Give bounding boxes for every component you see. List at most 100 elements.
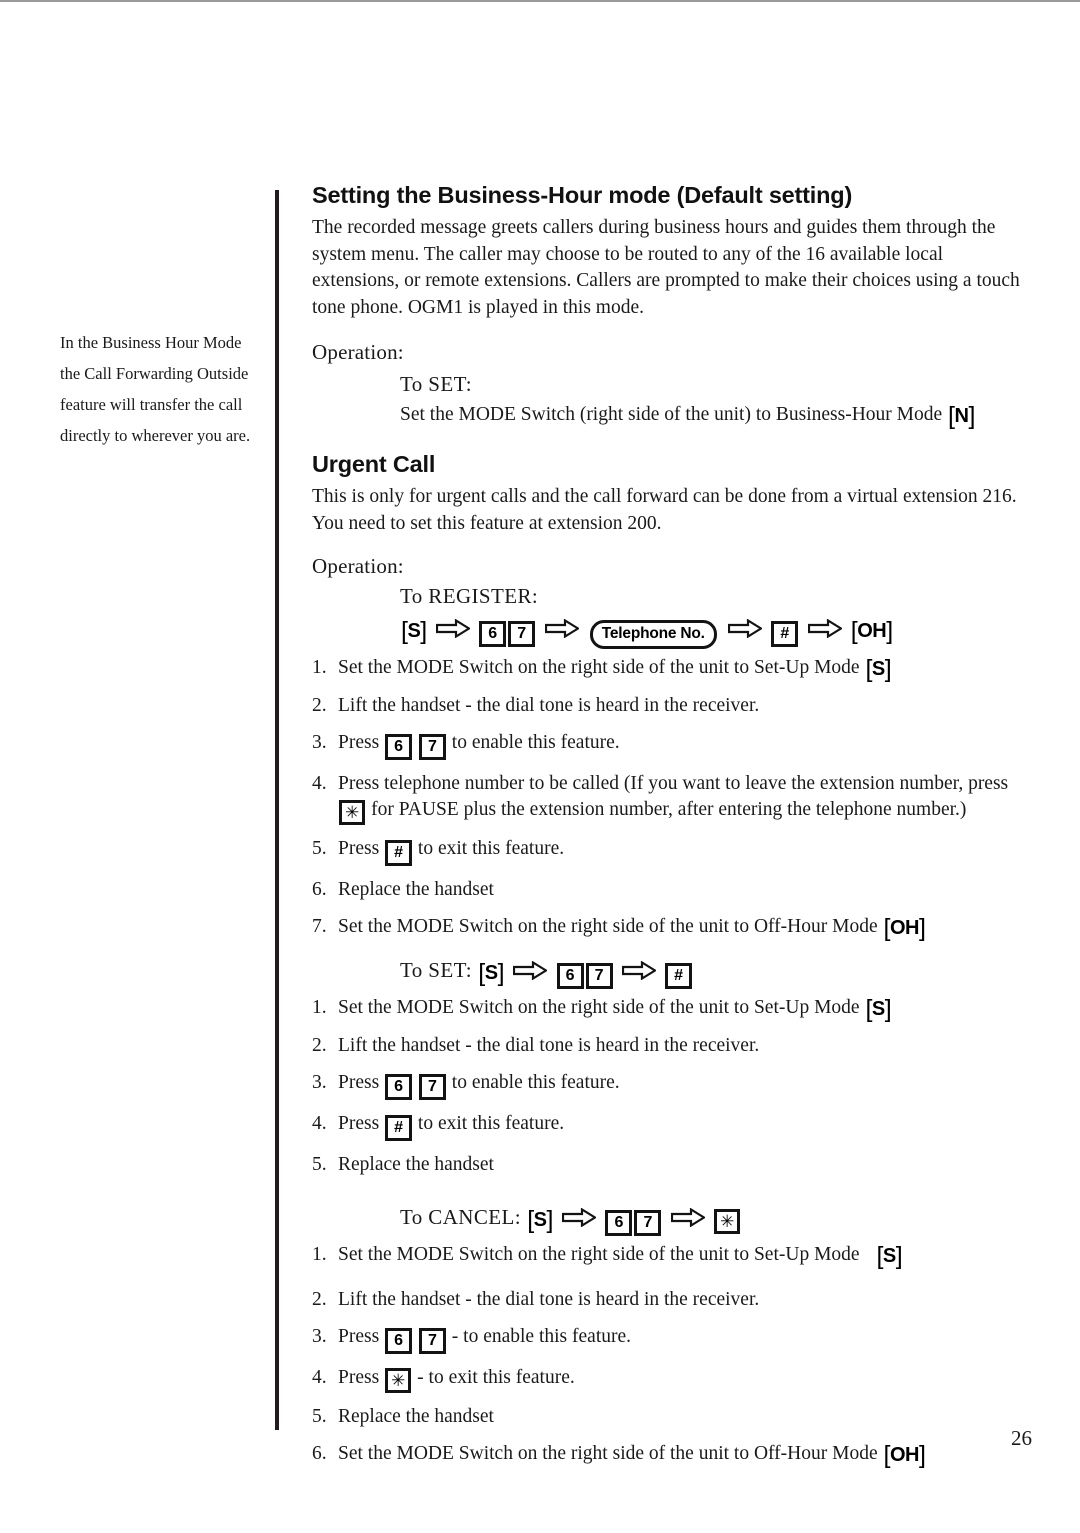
- step-text: Set the MODE Switch on the right side of…: [338, 1243, 860, 1265]
- step-text-tail: - to exit this feature.: [417, 1366, 575, 1388]
- key-hash: #: [385, 839, 413, 866]
- list-item: 1. Set the MODE Switch on the right side…: [312, 1242, 1032, 1269]
- key-hash: #: [385, 1114, 413, 1141]
- step-number: 6.: [312, 878, 327, 900]
- step-number: 7.: [312, 915, 327, 937]
- urgent-call-body: This is only for urgent calls and the ca…: [312, 486, 1017, 534]
- step-number: 4.: [312, 1366, 327, 1388]
- press-label: Press: [338, 1366, 380, 1388]
- margin-note-line: feature will transfer the call: [60, 395, 243, 414]
- key-s: [S]: [401, 617, 427, 645]
- step-number: 2.: [312, 1288, 327, 1310]
- arrow-right-icon: [436, 619, 470, 638]
- main-column: Setting the Business-Hour mode (Default …: [312, 182, 1032, 1479]
- key-6: 6: [385, 1073, 413, 1100]
- arrow-right-icon: [562, 1207, 597, 1227]
- step-number: 3.: [312, 731, 327, 753]
- step-text: Lift the handset - the dial tone is hear…: [338, 694, 760, 716]
- key-hash: #: [665, 962, 693, 989]
- step-number: 6.: [312, 1442, 327, 1464]
- step-text: Set the MODE Switch on the right side of…: [338, 915, 878, 937]
- step-text-tail: to exit this feature.: [417, 1112, 565, 1134]
- step-text-tail: for PAUSE plus the extension number, aft…: [371, 798, 967, 820]
- arrow-right-icon: [513, 960, 548, 980]
- key-7: 7: [418, 733, 446, 760]
- step-number: 1.: [312, 1243, 327, 1265]
- register-key-sequence: [S] 67 Telephone No. # [OH]: [400, 611, 1032, 649]
- urgent-call-heading: Urgent Call: [312, 451, 436, 477]
- arrow-right-icon: [728, 619, 763, 638]
- arrow-right-icon: [670, 1207, 705, 1227]
- step-number: 5.: [312, 837, 327, 859]
- step-number: 2.: [312, 1034, 327, 1056]
- list-item: 2. Lift the handset - the dial tone is h…: [312, 1033, 1032, 1059]
- key-6: 6: [479, 621, 507, 647]
- list-item: 4. Press telephone number to be called (…: [312, 771, 1032, 825]
- list-item: 4. Press # to exit this feature.: [312, 1111, 1032, 1141]
- key-oh: [OH]: [850, 617, 893, 645]
- key-oh: [OH]: [883, 1440, 926, 1469]
- step-number: 4.: [312, 772, 327, 794]
- step-text: Lift the handset - the dial tone is hear…: [338, 1034, 760, 1056]
- step-text: Replace the handset: [338, 1405, 494, 1427]
- key-s: [S]: [865, 654, 892, 683]
- key-6: 6: [605, 1209, 633, 1236]
- arrow-right-icon: [621, 960, 656, 980]
- key-star: ✳: [385, 1367, 412, 1393]
- arrow-right-icon: [544, 619, 579, 638]
- business-hour-set-instruction: Set the MODE Switch (right side of the u…: [400, 401, 1032, 429]
- margin-note: In the Business Hour Mode the Call Forwa…: [60, 327, 272, 451]
- list-item: 2. Lift the handset - the dial tone is h…: [312, 693, 1032, 719]
- business-hour-heading: Setting the Business-Hour mode (Default …: [312, 182, 853, 208]
- step-number: 2.: [312, 694, 327, 716]
- key-s: [S]: [527, 1205, 553, 1234]
- cancel-key-sequence: To CANCEL: [S] 67 ✳: [400, 1200, 1032, 1236]
- column-divider-rule: [275, 190, 279, 1430]
- list-item: 5. Replace the handset: [312, 1152, 1032, 1178]
- step-text-tail: to exit this feature.: [417, 837, 565, 859]
- step-number: 5.: [312, 1153, 327, 1175]
- list-item: 5. Press # to exit this feature.: [312, 836, 1032, 866]
- key-7: 7: [585, 962, 613, 989]
- step-text: Set the MODE Switch on the right side of…: [338, 656, 860, 678]
- business-hour-operation-label: Operation:: [312, 340, 404, 364]
- key-7: 7: [418, 1327, 446, 1354]
- key-s: [S]: [478, 958, 505, 987]
- press-label: Press: [338, 837, 380, 859]
- list-item: 3. Press 6 7 to enable this feature.: [312, 1070, 1032, 1100]
- key-star: ✳: [339, 799, 366, 825]
- list-item: 5. Replace the handset: [312, 1404, 1032, 1430]
- telephone-number-button: Telephone No.: [589, 620, 717, 649]
- cancel-steps: 1. Set the MODE Switch on the right side…: [312, 1242, 1032, 1468]
- business-hour-to-set-label: To SET:: [400, 372, 473, 396]
- list-item: 3. Press 6 7 to enable this feature.: [312, 730, 1032, 760]
- list-item: 4. Press ✳ - to exit this feature.: [312, 1365, 1032, 1393]
- key-7: 7: [418, 1073, 446, 1100]
- margin-note-line: In the Business Hour Mode: [60, 333, 242, 352]
- key-6: 6: [385, 1327, 413, 1354]
- key-7: 7: [508, 621, 536, 647]
- step-number: 5.: [312, 1405, 327, 1427]
- to-cancel-label: To CANCEL:: [400, 1204, 521, 1229]
- step-text: Press telephone number to be called (If …: [338, 772, 1009, 794]
- set-instruction-text: Set the MODE Switch (right side of the u…: [400, 404, 943, 425]
- set-steps: 1. Set the MODE Switch on the right side…: [312, 995, 1032, 1178]
- set-key-sequence: To SET: [S] 67 #: [400, 953, 1032, 989]
- list-item: 3. Press 6 7 - to enable this feature.: [312, 1324, 1032, 1354]
- to-register-label: To REGISTER:: [400, 584, 539, 608]
- urgent-call-operation-label: Operation:: [312, 554, 404, 578]
- list-item: 2. Lift the handset - the dial tone is h…: [312, 1287, 1032, 1313]
- business-hour-body: The recorded message greets callers duri…: [312, 217, 1020, 318]
- arrow-right-icon: [807, 619, 842, 638]
- step-text: Lift the handset - the dial tone is hear…: [338, 1288, 760, 1310]
- key-6: 6: [556, 962, 584, 989]
- key-hash: #: [771, 621, 799, 647]
- page-number: 26: [1011, 1426, 1032, 1450]
- manual-page: In the Business Hour Mode the Call Forwa…: [0, 2, 1080, 1533]
- to-set-label: To SET:: [400, 957, 473, 982]
- step-text-tail: to enable this feature.: [451, 1071, 620, 1093]
- register-steps: 1. Set the MODE Switch on the right side…: [312, 655, 1032, 941]
- press-label: Press: [338, 1071, 380, 1093]
- key-7: 7: [634, 1209, 662, 1236]
- key-oh: [OH]: [883, 913, 926, 942]
